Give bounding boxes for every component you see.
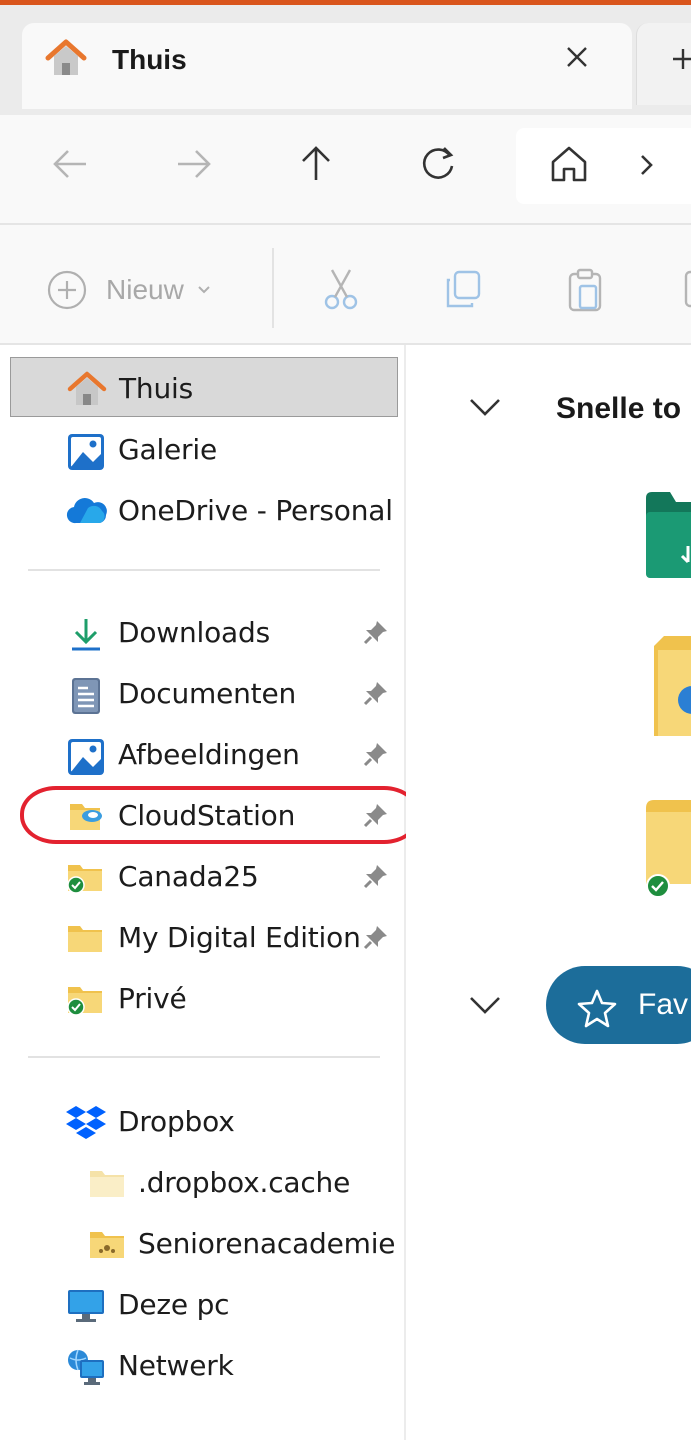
add-circle-icon — [47, 270, 87, 310]
download-icon — [66, 615, 106, 651]
sidebar-item-dropbox-cache[interactable]: .dropbox.cache — [10, 1152, 396, 1210]
pin-icon[interactable] — [362, 679, 390, 712]
new-button[interactable]: Nieuw — [46, 268, 212, 312]
pin-icon[interactable] — [362, 923, 390, 956]
new-button-label: Nieuw — [106, 274, 184, 305]
sidebar-item-canada25[interactable]: Canada25 — [10, 846, 396, 904]
sidebar-item-thuis[interactable]: Thuis — [10, 357, 398, 417]
synced-folder-icon — [66, 859, 106, 895]
sidebar-divider — [28, 569, 380, 571]
command-separator — [272, 248, 274, 328]
refresh-icon[interactable] — [414, 140, 462, 188]
sidebar-item-label: Canada25 — [118, 860, 259, 893]
pin-icon[interactable] — [362, 618, 390, 651]
sidebar-item-onedrive[interactable]: OneDrive - Personal — [10, 480, 396, 538]
document-icon — [66, 676, 106, 714]
onedrive-icon — [66, 493, 107, 529]
more-command-icon[interactable] — [684, 266, 691, 317]
sidebar-item-label: Netwerk — [118, 1349, 234, 1382]
sidebar-item-documenten[interactable]: Documenten — [10, 663, 396, 721]
sidebar-item-seniorenacademie[interactable]: Seniorenacademie — [10, 1213, 396, 1271]
sidebar-item-prive[interactable]: Privé — [10, 968, 396, 1026]
new-tab-icon[interactable] — [672, 44, 691, 74]
sidebar-item-dropbox[interactable]: Dropbox — [10, 1091, 396, 1149]
sidebar-item-label: OneDrive - Personal — [118, 494, 393, 527]
quick-access-title: Snelle to — [556, 392, 682, 425]
sidebar-item-label: Downloads — [118, 616, 270, 649]
sidebar-item-label: Privé — [118, 982, 187, 1015]
pin-icon[interactable] — [362, 862, 390, 895]
shared-folder-icon — [88, 1226, 128, 1262]
cut-icon[interactable] — [318, 266, 364, 317]
favorites-label: Fav — [638, 988, 689, 1021]
star-icon — [576, 988, 618, 1033]
sidebar-item-galerie[interactable]: Galerie — [10, 419, 396, 477]
home-icon — [44, 38, 88, 83]
chevron-down-icon[interactable] — [466, 992, 504, 1023]
tab-title: Thuis — [112, 44, 187, 75]
close-tab-icon[interactable] — [562, 42, 592, 72]
sidebar-item-label: .dropbox.cache — [138, 1166, 351, 1199]
paste-icon[interactable] — [562, 266, 608, 321]
sidebar-item-label: My Digital Edition — [118, 921, 361, 954]
sidebar-divider — [28, 1056, 380, 1058]
synced-folder-icon — [66, 981, 106, 1017]
sidebar-item-label: Seniorenacademie — [138, 1227, 396, 1260]
address-home-icon[interactable] — [548, 142, 590, 191]
sidebar-item-my-digital-edition[interactable]: My Digital Edition — [10, 907, 396, 965]
sidebar-item-label: Deze pc — [118, 1288, 230, 1321]
sidebar-item-label: Afbeeldingen — [118, 738, 300, 771]
downloads-folder-icon[interactable] — [646, 492, 691, 587]
gallery-icon — [66, 432, 106, 470]
copy-icon[interactable] — [440, 266, 486, 317]
back-arrow-icon[interactable] — [46, 140, 94, 188]
sidebar-item-label: Dropbox — [118, 1105, 235, 1138]
sidebar-item-label: Documenten — [118, 677, 297, 710]
up-arrow-icon[interactable] — [292, 140, 340, 188]
dropbox-icon — [66, 1104, 106, 1140]
chevron-down-icon — [198, 286, 210, 294]
computer-icon — [66, 1287, 106, 1323]
home-icon — [67, 371, 107, 407]
documents-folder-icon[interactable] — [654, 636, 691, 751]
network-icon — [66, 1348, 106, 1385]
folder-icon — [66, 920, 106, 956]
synced-folder-icon[interactable] — [646, 798, 691, 907]
folder-icon — [88, 1165, 128, 1201]
breadcrumb-chevron-icon[interactable] — [636, 152, 656, 183]
address-bar[interactable] — [516, 128, 691, 204]
sidebar-item-afbeeldingen[interactable]: Afbeeldingen — [10, 724, 396, 782]
sidebar-item-label: Thuis — [119, 372, 193, 405]
sidebar-item-netwerk[interactable]: Netwerk — [10, 1335, 396, 1393]
pictures-icon — [66, 737, 106, 775]
forward-arrow-icon[interactable] — [170, 140, 218, 188]
sidebar-item-downloads[interactable]: Downloads — [10, 602, 396, 660]
sidebar-item-label: Galerie — [118, 433, 217, 466]
navigation-pane[interactable]: Thuis Galerie OneDrive - Personal Downlo… — [0, 345, 406, 1440]
pin-icon[interactable] — [362, 740, 390, 773]
sidebar-item-deze-pc[interactable]: Deze pc — [10, 1274, 396, 1332]
highlight-annotation — [20, 786, 420, 844]
chevron-down-icon[interactable] — [466, 394, 504, 425]
